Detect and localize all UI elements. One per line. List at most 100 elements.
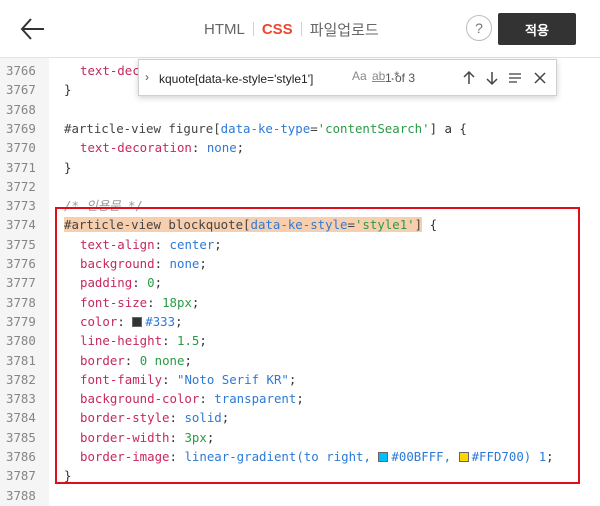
editor-header: HTML CSS 파일업로드 ? 적용 [0, 0, 600, 58]
css-property: border-style [80, 410, 170, 426]
code-text: font-size: 18px; [80, 294, 200, 310]
css-property: font-size [80, 294, 148, 310]
line-number: 3788 [6, 487, 36, 503]
line-number: 3786 [6, 449, 36, 464]
code-text: border-image: linear-gradient(to right, … [80, 449, 554, 464]
line-number: 3773 [6, 198, 36, 214]
css-property: line-height [80, 333, 163, 349]
line-number: 3778 [6, 294, 36, 310]
code-text: #article-view figure[data-ke-type='conte… [64, 119, 467, 138]
next-match-icon[interactable] [483, 68, 501, 88]
code-text: padding: 0; [80, 275, 163, 291]
code-line: 3783 background-color: transparent; [0, 389, 600, 408]
css-value: , [443, 449, 459, 464]
code-text: /* 인용문 */ [64, 196, 143, 215]
css-value: "Noto Serif KR" [176, 371, 289, 387]
close-icon[interactable] [531, 68, 549, 88]
code-text: background: none; [80, 256, 207, 271]
code-line: 3772 [0, 177, 600, 196]
selector-match: #article-view figure[data-ke-type='conte… [64, 120, 430, 136]
match-case-toggle[interactable]: Aa [352, 69, 367, 83]
code-line: 3775 text-align: center; [0, 235, 600, 254]
tab-css[interactable]: CSS [254, 21, 301, 38]
line-number: 3771 [6, 159, 36, 175]
code-line: 3786 border-image: linear-gradient(to rig… [0, 447, 600, 466]
code-token: text-dec [80, 63, 140, 78]
code-line: 3778 font-size: 18px; [0, 293, 600, 312]
code-text: border-width: 3px; [80, 429, 215, 445]
css-property: background-color [80, 391, 200, 407]
selector: #article-view blockquote [64, 217, 244, 233]
css-value: 0 [147, 275, 155, 291]
line-number: 3784 [6, 410, 36, 426]
line-number: 3776 [6, 256, 36, 271]
code-line: 3782 font-family: "Noto Serif KR"; [0, 370, 600, 389]
code-editor[interactable]: 3766 text-dec 3767} 3768 3769 #article-view f… [0, 58, 600, 506]
line-number: 3770 [6, 140, 36, 156]
line-number: 3774 [6, 217, 36, 233]
selector: #article-view figure [64, 120, 214, 136]
line-number: 3785 [6, 429, 36, 445]
css-value: #333 [145, 313, 176, 329]
tab-html[interactable]: HTML [196, 21, 253, 38]
code-text: line-height: 1.5; [80, 333, 207, 349]
css-value: #FFD700 [471, 449, 524, 464]
code-line: 3776 background: none; [0, 254, 600, 273]
code-line: 3774 #article-view blockquote[data-ke-sty… [0, 215, 600, 234]
color-swatch [132, 316, 143, 327]
tab-file-upload[interactable]: 파일업로드 [302, 19, 387, 40]
code-line: 3768 [0, 100, 600, 119]
editor-tabs: HTML CSS 파일업로드 [196, 0, 387, 58]
code-line: 3787} [0, 466, 600, 485]
help-icon[interactable]: ? [466, 15, 492, 41]
code-text: text-dec [80, 61, 140, 80]
apply-button[interactable]: 적용 [498, 13, 576, 45]
selector-tail: { [422, 217, 438, 233]
attribute-value: 'style1' [354, 217, 415, 233]
code-comment: /* 인용문 */ [64, 198, 143, 214]
code-line: 3777 padding: 0; [0, 273, 600, 292]
css-property: text-align [80, 236, 155, 252]
css-property: border [80, 352, 125, 368]
code-line: 3785 border-width: 3px; [0, 428, 600, 447]
css-value: ) 1 [523, 449, 547, 464]
code-text: background-color: transparent; [80, 391, 304, 407]
find-input[interactable] [159, 66, 347, 91]
attribute-name: data-ke-type [220, 120, 311, 136]
line-number: 3769 [6, 120, 36, 136]
code-text: } [64, 80, 71, 99]
code-token: } [64, 82, 72, 98]
code-text: color: #333; [80, 313, 183, 329]
code-text: text-decoration: none; [80, 140, 245, 156]
line-number: 3779 [6, 313, 36, 329]
css-property: color [80, 313, 118, 329]
css-value: 0 none [139, 352, 185, 368]
whole-word-toggle[interactable]: ab [372, 69, 385, 83]
css-property: background [80, 256, 155, 271]
line-number: 3775 [6, 236, 36, 252]
code-line: 3788 [0, 486, 600, 505]
code-text: font-family: "Noto Serif KR"; [80, 371, 297, 387]
line-number: 3782 [6, 371, 36, 387]
css-value: center [169, 236, 215, 252]
code-line: 3779 color: #333; [0, 312, 600, 331]
line-number: 3787 [6, 468, 36, 484]
back-arrow-icon[interactable] [16, 14, 50, 44]
css-property: font-family [80, 371, 163, 387]
find-widget: › Aa ab .* 1 of 3 [138, 59, 557, 96]
code-text: border: 0 none; [80, 352, 192, 368]
code-text: #article-view blockquote[data-ke-style='… [64, 215, 437, 234]
find-in-selection-icon[interactable] [506, 68, 524, 88]
color-swatch [458, 452, 469, 462]
toggle-replace-icon[interactable]: › [145, 70, 149, 84]
color-swatch [378, 452, 389, 462]
css-value: linear-gradient(to right, [184, 449, 379, 464]
code-line: 3771} [0, 158, 600, 177]
previous-match-icon[interactable] [460, 68, 478, 88]
css-value: none [169, 256, 200, 271]
css-value: 1.5 [176, 333, 200, 349]
code-token: } [64, 159, 72, 175]
css-value: none [206, 140, 237, 156]
css-property: border-image [80, 449, 170, 464]
line-number: 3766 [6, 63, 36, 78]
